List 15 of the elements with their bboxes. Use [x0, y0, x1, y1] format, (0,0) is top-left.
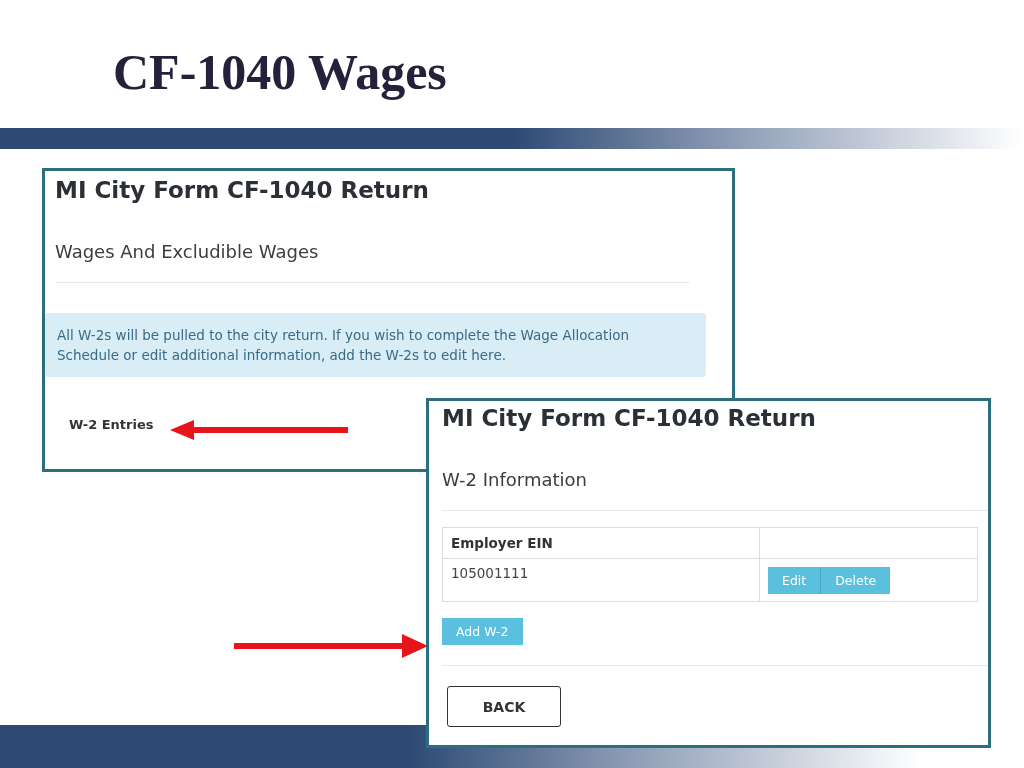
- slide-title: CF-1040 Wages: [113, 43, 447, 102]
- info-text: All W-2s will be pulled to the city return. If you wish to complete the Wage Allocation Schedule or edit additional information, add the W-2s to edit here.: [57, 327, 629, 363]
- row-action-button[interactable]: Delete: [820, 566, 891, 594]
- section-heading: Wages And Excludible Wages: [55, 241, 320, 262]
- section-heading: W-2 Information: [442, 469, 588, 490]
- table-cell: 105001111: [442, 558, 760, 602]
- row-action-button[interactable]: Edit: [768, 566, 821, 594]
- form-title: MI City Form CF-1040 Return: [55, 177, 430, 203]
- column-header: Employer EIN: [442, 527, 760, 559]
- arrow-left-icon: [170, 418, 350, 442]
- back-button[interactable]: BACK: [447, 686, 561, 727]
- w2-entries-link[interactable]: W-2 Entries: [69, 417, 154, 432]
- arrow-right-icon: [234, 633, 428, 659]
- add-w2-button[interactable]: Add W-2: [442, 618, 523, 645]
- form-title: MI City Form CF-1040 Return: [442, 405, 817, 431]
